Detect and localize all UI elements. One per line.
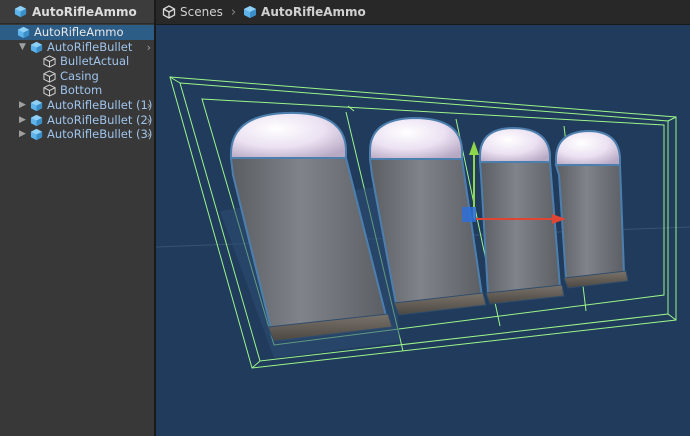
scene-breadcrumb-bar: Scenes › AutoRifleAmmo xyxy=(156,0,690,25)
hierarchy-row-label: AutoRifleAmmo xyxy=(34,25,124,39)
scene-canvas[interactable] xyxy=(156,25,690,436)
prefab-cube-icon xyxy=(17,26,30,39)
hierarchy-row-label: AutoRifleBullet (3) xyxy=(47,127,153,142)
hierarchy-row[interactable]: ▶ › AutoRifleBullet (2) xyxy=(0,113,154,128)
hierarchy-title: AutoRifleAmmo xyxy=(32,4,137,19)
prefab-cube-icon xyxy=(244,6,257,18)
hierarchy-row[interactable]: ▶ › AutoRifleBullet (1) xyxy=(0,98,154,113)
gameobject-cube-icon xyxy=(43,55,56,68)
prefab-cube-icon xyxy=(30,114,43,126)
collapsed-arrow-icon[interactable]: ▶ xyxy=(19,113,26,128)
hierarchy-row[interactable]: Casing xyxy=(0,69,154,84)
gizmo-y-arrow[interactable] xyxy=(469,141,479,155)
hierarchy-row-label: Casing xyxy=(60,68,99,83)
gameobject-cube-icon xyxy=(43,84,56,98)
hierarchy-row-label: Bottom xyxy=(60,83,103,98)
unity-logo-icon xyxy=(162,5,176,19)
hierarchy-row-label: BulletActual xyxy=(60,54,130,69)
bullet-3[interactable] xyxy=(554,129,629,289)
breadcrumb-scenes-label: Scenes xyxy=(180,5,223,19)
hierarchy-row[interactable]: Bottom xyxy=(0,83,154,98)
breadcrumb-scenes[interactable]: Scenes xyxy=(162,5,223,19)
hierarchy-panel: AutoRifleAmmo AutoRifleAmmo ▼ › AutoRifleBu… xyxy=(0,0,156,436)
hierarchy-row[interactable]: ▶ › AutoRifleBullet (3) xyxy=(0,127,154,142)
gameobject-cube-icon xyxy=(43,70,56,83)
hierarchy-row[interactable]: AutoRifleAmmo xyxy=(0,25,154,40)
open-prefab-chevron-icon[interactable]: › xyxy=(147,40,151,55)
prefab-cube-icon xyxy=(14,5,27,18)
hierarchy-header[interactable]: AutoRifleAmmo xyxy=(0,0,154,24)
breadcrumb-prefab-label: AutoRifleAmmo xyxy=(261,5,366,19)
hierarchy-row[interactable]: BulletActual xyxy=(0,54,154,69)
hierarchy-row-label: AutoRifleBullet (1) xyxy=(47,98,153,112)
collapsed-arrow-icon[interactable]: ▶ xyxy=(19,98,26,113)
prefab-cube-icon xyxy=(30,41,43,53)
breadcrumb-separator: › xyxy=(230,4,237,20)
prefab-cube-icon xyxy=(30,99,43,112)
breadcrumb-prefab[interactable]: AutoRifleAmmo xyxy=(243,5,366,19)
hierarchy-row-label: AutoRifleBullet (2) xyxy=(47,112,153,127)
collapsed-arrow-icon[interactable]: ▶ xyxy=(19,127,26,142)
hierarchy-row[interactable]: ▼ › AutoRifleBullet xyxy=(0,40,154,55)
bullet-2[interactable] xyxy=(478,126,565,305)
scene-viewport[interactable] xyxy=(156,25,690,436)
prefab-cube-icon xyxy=(30,129,43,141)
expanded-arrow-icon[interactable]: ▼ xyxy=(19,40,26,55)
hierarchy-row-label: AutoRifleBullet xyxy=(47,39,133,54)
gizmo-plane-handle[interactable] xyxy=(462,207,476,222)
